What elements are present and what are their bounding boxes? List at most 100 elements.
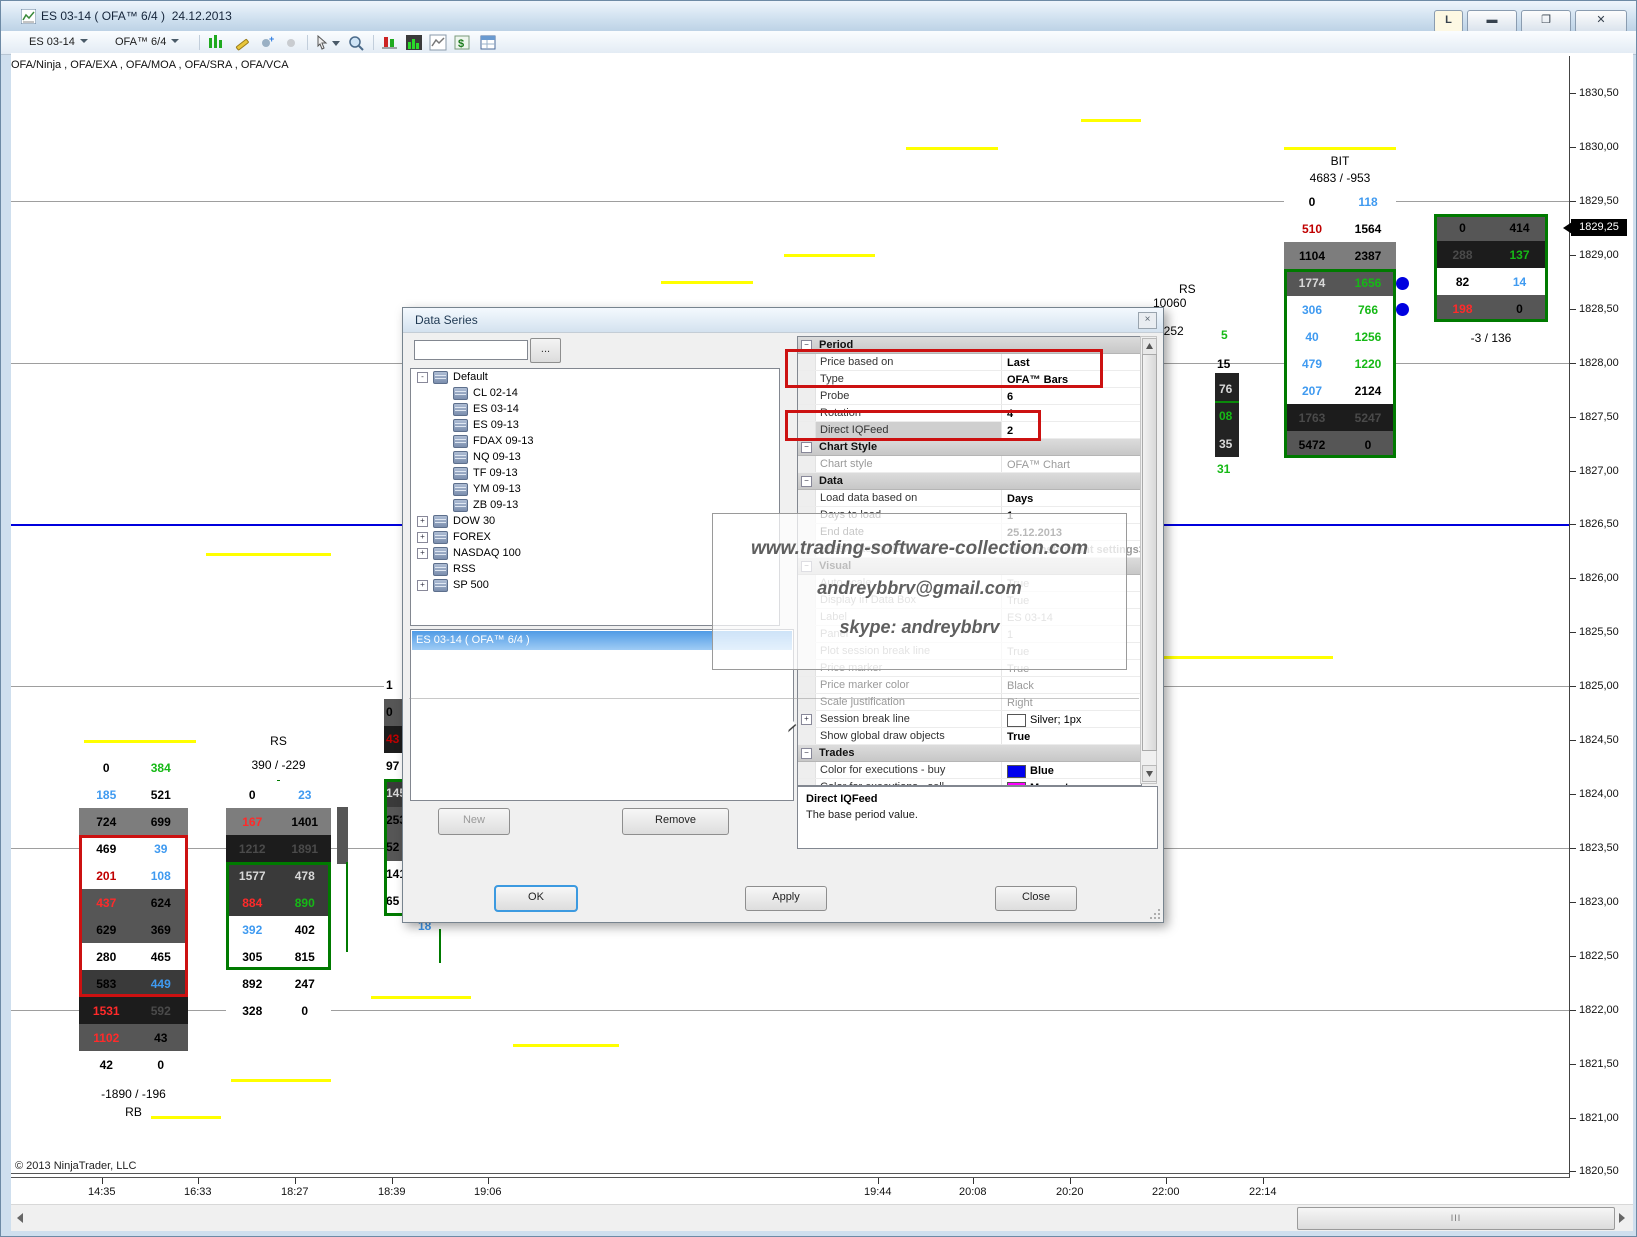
property-row-session-break-line[interactable]: +Session break lineSilver; 1px — [798, 711, 1141, 728]
indicator-icon[interactable] — [283, 34, 301, 51]
price-axis-label: 1825,50 — [1579, 626, 1619, 638]
time-tick — [295, 1178, 296, 1184]
row-indent — [798, 779, 816, 786]
instrument-selector[interactable]: ES 03-14 — [23, 34, 92, 53]
new-button[interactable]: New — [438, 808, 510, 835]
expand-icon[interactable]: + — [417, 532, 428, 543]
pencil-icon[interactable] — [233, 34, 251, 51]
property-row-scale-justification[interactable]: Scale justificationRight — [798, 694, 1141, 711]
tree-item-default[interactable]: -Default — [411, 369, 779, 385]
property-row-price-marker-color[interactable]: Price marker colorBlack — [798, 677, 1141, 694]
instrument-db-icon — [453, 499, 468, 512]
tree-item-tf-09-13[interactable]: TF 09-13 — [411, 465, 779, 481]
tree-item-es-03-14[interactable]: ES 03-14 — [411, 401, 779, 417]
property-row-load-data-based-on[interactable]: Load data based onDays — [798, 490, 1141, 507]
ninjatrader-chart-window: ES 03-14 ( OFA™ 6/4 ) 24.12.2013 L ▬ ❐ ✕… — [0, 0, 1637, 1237]
tree-item-es-09-13[interactable]: ES 09-13 — [411, 417, 779, 433]
instrument-db-icon — [433, 547, 448, 560]
add-indicator-icon[interactable]: + — [259, 34, 277, 51]
restore-button[interactable]: ❐ — [1521, 10, 1571, 33]
zoom-icon[interactable] — [347, 34, 365, 51]
property-value: OFA™ Chart — [1002, 456, 1141, 472]
scrollbar-thumb[interactable] — [1142, 354, 1157, 751]
tree-item-nq-09-13[interactable]: NQ 09-13 — [411, 449, 779, 465]
property-row-color-for-executions-buy[interactable]: Color for executions - buyBlue — [798, 762, 1141, 779]
order-entry-icon[interactable] — [381, 34, 399, 51]
property-row-probe[interactable]: Probe6 — [798, 388, 1141, 405]
period-selector[interactable]: OFA™ 6/4 — [109, 34, 183, 53]
chart-window-icon[interactable] — [429, 34, 447, 51]
cursor-icon[interactable] — [315, 34, 341, 51]
property-name: Scale justification — [816, 694, 1002, 710]
expand-icon[interactable]: + — [801, 714, 812, 725]
footprint-cell: 892247 — [226, 970, 331, 997]
apply-button[interactable]: Apply — [745, 886, 827, 911]
search-input[interactable] — [414, 340, 528, 360]
expand-icon[interactable]: + — [417, 580, 428, 591]
tree-item-label: YM 09-13 — [473, 483, 521, 495]
property-value: True — [1002, 728, 1141, 744]
price-axis-label: 1828,50 — [1579, 303, 1619, 315]
close-dialog-button[interactable]: Close — [995, 886, 1077, 911]
instrument-db-icon — [453, 387, 468, 400]
collapse-icon[interactable]: − — [801, 476, 812, 487]
scroll-right-icon[interactable] — [1619, 1213, 1625, 1223]
time-tick — [488, 1178, 489, 1184]
tree-item-fdax-09-13[interactable]: FDAX 09-13 — [411, 433, 779, 449]
dialog-close-icon[interactable]: × — [1138, 312, 1157, 329]
footprint-cell: 420 — [79, 1051, 188, 1078]
scroll-down-icon[interactable] — [1142, 765, 1157, 782]
property-section-data[interactable]: −Data — [798, 473, 1141, 490]
tree-item-zb-09-13[interactable]: ZB 09-13 — [411, 497, 779, 513]
collapse-icon[interactable]: - — [417, 372, 428, 383]
remove-button[interactable]: Remove — [622, 808, 729, 835]
scroll-left-icon[interactable] — [17, 1213, 23, 1223]
chevron-down-icon — [80, 39, 88, 43]
hscrollbar-thumb[interactable]: III — [1297, 1207, 1615, 1230]
horizontal-scrollbar[interactable]: III — [11, 1204, 1633, 1231]
tree-item-ym-09-13[interactable]: YM 09-13 — [411, 481, 779, 497]
property-value: Days — [1002, 490, 1141, 506]
property-grid-scrollbar[interactable] — [1140, 336, 1157, 784]
row-indent — [798, 762, 816, 778]
dialog-title-bar[interactable]: Data Series × — [403, 308, 1163, 333]
instrument-db-icon — [453, 419, 468, 432]
expand-icon[interactable]: + — [417, 516, 428, 527]
footprint-cell: 5101564 — [1284, 215, 1396, 242]
expand-icon[interactable]: + — [417, 548, 428, 559]
property-row-show-global-draw-objects[interactable]: Show global draw objectsTrue — [798, 728, 1141, 745]
resize-grip[interactable] — [1149, 908, 1161, 920]
price-axis-label: 1830,00 — [1579, 141, 1619, 153]
title-bar[interactable]: ES 03-14 ( OFA™ 6/4 ) 24.12.2013 L ▬ ❐ ✕ — [1, 1, 1636, 32]
data-grid-icon[interactable] — [479, 34, 497, 51]
frag-greentick — [439, 929, 441, 963]
link-button[interactable]: L — [1434, 10, 1463, 33]
collapse-icon[interactable]: − — [801, 748, 812, 759]
volume-histogram-icon[interactable] — [405, 34, 423, 51]
ok-button[interactable]: OK — [495, 886, 577, 911]
tree-item-cl-02-14[interactable]: CL 02-14 — [411, 385, 779, 401]
scroll-up-icon[interactable] — [1142, 338, 1157, 355]
price-axis-label: 1823,00 — [1579, 896, 1619, 908]
collapse-icon[interactable]: − — [801, 442, 812, 453]
property-name: Color for executions - buy — [816, 762, 1002, 778]
dollar-icon[interactable]: $ — [453, 34, 471, 51]
axis-tick — [1569, 255, 1576, 256]
browse-button[interactable]: ... — [530, 338, 561, 363]
property-row-chart-style[interactable]: Chart styleOFA™ Chart — [798, 456, 1141, 473]
axis-tick — [1569, 363, 1576, 364]
bar-body-outline — [1284, 269, 1396, 458]
axis-tick — [1569, 578, 1576, 579]
footprint-cell: 724699 — [79, 808, 188, 835]
price-axis-label: 1829,50 — [1579, 195, 1619, 207]
property-row-color-for-executions-sell[interactable]: Color for executions - sellMagenta — [798, 779, 1141, 786]
property-section-chart-style[interactable]: −Chart Style — [798, 439, 1141, 456]
property-section-trades[interactable]: −Trades — [798, 745, 1141, 762]
chart-bottom-border — [11, 1173, 1570, 1174]
chart-type-icon[interactable] — [207, 34, 225, 51]
instrument-db-icon — [453, 435, 468, 448]
close-button[interactable]: ✕ — [1575, 10, 1627, 33]
footprint-RS-delta: 390 / -229 — [226, 758, 331, 772]
minimize-button[interactable]: ▬ — [1467, 10, 1517, 33]
tree-item-label: ZB 09-13 — [473, 499, 518, 511]
